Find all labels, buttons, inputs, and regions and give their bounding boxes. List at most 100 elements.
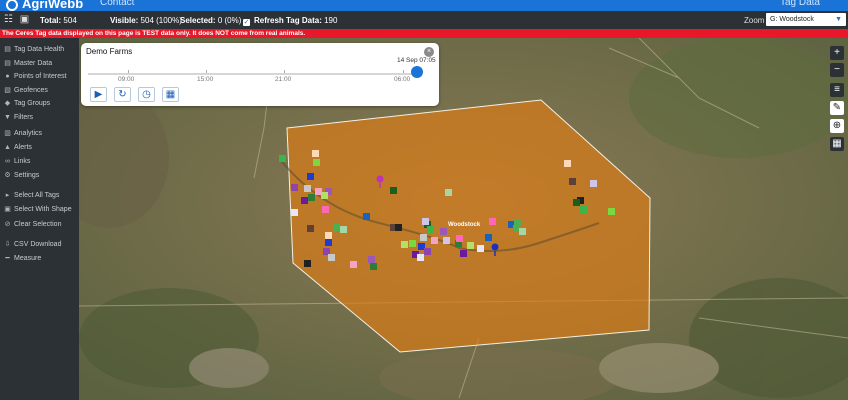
total-stat: Total: 504 [40, 16, 77, 25]
tag-marker[interactable] [420, 234, 427, 241]
tag-marker[interactable] [323, 248, 330, 255]
zoom-select[interactable]: G: Woodstock ▼ [766, 13, 846, 26]
tag-marker[interactable] [370, 263, 377, 270]
chevron-down-icon: ▼ [835, 16, 842, 23]
history-button[interactable]: ◷ [138, 87, 155, 102]
collapse-sidebar-icon[interactable]: ☷ [3, 14, 14, 25]
tag-marker[interactable] [409, 240, 416, 247]
tag-marker[interactable] [424, 248, 431, 255]
tag-marker[interactable] [422, 218, 429, 225]
tag-marker[interactable] [514, 219, 521, 226]
legend-button[interactable]: ▦ [830, 137, 844, 151]
tag-marker[interactable] [519, 228, 526, 235]
tag-marker[interactable] [431, 237, 438, 244]
visible-stat: Visible: 504 (100%) [110, 16, 182, 25]
tag-marker[interactable] [325, 239, 332, 246]
tag-marker[interactable] [418, 243, 425, 250]
tag-marker[interactable] [580, 206, 587, 213]
tag-marker[interactable] [467, 242, 474, 249]
tag-marker[interactable] [417, 254, 424, 261]
tag-marker[interactable] [368, 256, 375, 263]
sidebar-item-clear-selection[interactable]: ⊘ Clear Selection [0, 218, 79, 231]
zoom-label: Zoom [744, 16, 765, 25]
tag-marker[interactable] [395, 224, 402, 231]
tag-marker[interactable] [427, 226, 434, 233]
zoom-out-button[interactable]: − [830, 63, 844, 77]
sidebar-item-points-of-interest[interactable]: ● Points of Interest [0, 70, 79, 83]
tag-marker[interactable] [477, 245, 484, 252]
sidebar-item-select-all-tags[interactable]: ▸ Select All Tags [0, 189, 79, 202]
sidebar-item-master-data[interactable]: ▤ Master Data [0, 57, 79, 70]
tag-marker[interactable] [313, 159, 320, 166]
header-link-right[interactable]: Tag Data [780, 0, 820, 8]
tag-marker[interactable] [564, 160, 571, 167]
sidebar-item-alerts[interactable]: ▲ Alerts [0, 141, 79, 154]
tag-marker[interactable] [590, 180, 597, 187]
timeline-tick [206, 70, 207, 73]
tag-marker[interactable] [440, 228, 447, 235]
calendar-button[interactable]: ▦ [162, 87, 179, 102]
play-button[interactable]: ▶ [90, 87, 107, 102]
sidebar-item-filters[interactable]: ▼ Filters [0, 111, 79, 124]
tag-marker[interactable] [333, 224, 340, 231]
sidebar-item-links[interactable]: ∞ Links [0, 155, 79, 168]
timeline-track[interactable] [88, 73, 416, 75]
tag-marker[interactable] [291, 184, 298, 191]
tag-marker[interactable] [307, 225, 314, 232]
timeline-tick [284, 70, 285, 73]
tag-marker[interactable] [312, 150, 319, 157]
sidebar-item-measure[interactable]: ━ Measure [0, 252, 79, 265]
tag-marker[interactable] [340, 226, 347, 233]
tag-marker[interactable] [279, 155, 286, 162]
tag-marker[interactable] [569, 178, 576, 185]
tag-marker[interactable] [445, 189, 452, 196]
tag-marker[interactable] [291, 209, 298, 216]
sidebar-item-csv-download[interactable]: ⇩ CSV Download [0, 238, 79, 251]
tag-marker[interactable] [443, 237, 450, 244]
tag-marker[interactable] [301, 197, 308, 204]
tag-marker[interactable] [350, 261, 357, 268]
tag-marker[interactable] [489, 218, 496, 225]
tag-marker[interactable] [322, 206, 329, 213]
draw-button[interactable]: ✎ [830, 101, 844, 115]
tag-marker[interactable] [390, 187, 397, 194]
sidebar: ▤ Tag Data Health ▤ Master Data ● Points of I… [0, 38, 79, 400]
tag-marker[interactable] [485, 234, 492, 241]
tag-marker[interactable] [304, 260, 311, 267]
brand-name: AgriWebb [22, 0, 84, 11]
tag-marker[interactable] [608, 208, 615, 215]
sidebar-item-select-with-shape[interactable]: ▣ Select With Shape [0, 203, 79, 216]
cursor-icon: ▸ [5, 192, 10, 199]
timeline-tick [128, 70, 129, 73]
tag-marker[interactable] [315, 188, 322, 195]
tag-marker[interactable] [460, 250, 467, 257]
locate-button[interactable]: ⊕ [830, 119, 844, 133]
close-icon[interactable]: × [424, 47, 434, 57]
tag-marker[interactable] [307, 173, 314, 180]
layers-button[interactable]: ≡ [830, 83, 844, 97]
tag-marker[interactable] [321, 192, 328, 199]
tag-marker[interactable] [573, 199, 580, 206]
tag-marker[interactable] [304, 185, 311, 192]
timeline-slider-handle[interactable] [411, 66, 423, 78]
tag-marker[interactable] [401, 241, 408, 248]
refresh-checkbox[interactable]: ✓ [243, 19, 250, 26]
sidebar-item-tag-data-health[interactable]: ▤ Tag Data Health [0, 43, 79, 56]
tag-marker[interactable] [325, 232, 332, 239]
save-icon[interactable]: ▣ [19, 14, 30, 25]
refresh-button[interactable]: ↻ [114, 87, 131, 102]
tag-marker[interactable] [513, 225, 520, 232]
tag-marker[interactable] [363, 213, 370, 220]
header-link-center[interactable]: Contact [100, 0, 134, 8]
selected-stat: Selected: 0 (0%) [180, 16, 242, 25]
tag-marker[interactable] [328, 254, 335, 261]
tag-marker[interactable] [308, 194, 315, 201]
app-brand[interactable]: AgriWebb [6, 0, 83, 11]
sidebar-item-geofences[interactable]: ▧ Geofences [0, 84, 79, 97]
sidebar-item-tag-groups[interactable]: ◆ Tag Groups [0, 97, 79, 110]
sidebar-item-analytics[interactable]: ▥ Analytics [0, 127, 79, 140]
refresh-toggle[interactable]: ✓ Refresh Tag Data: 190 [243, 16, 337, 26]
sidebar-item-settings[interactable]: ⚙ Settings [0, 169, 79, 182]
tag-marker[interactable] [456, 235, 463, 242]
zoom-in-button[interactable]: + [830, 46, 844, 60]
